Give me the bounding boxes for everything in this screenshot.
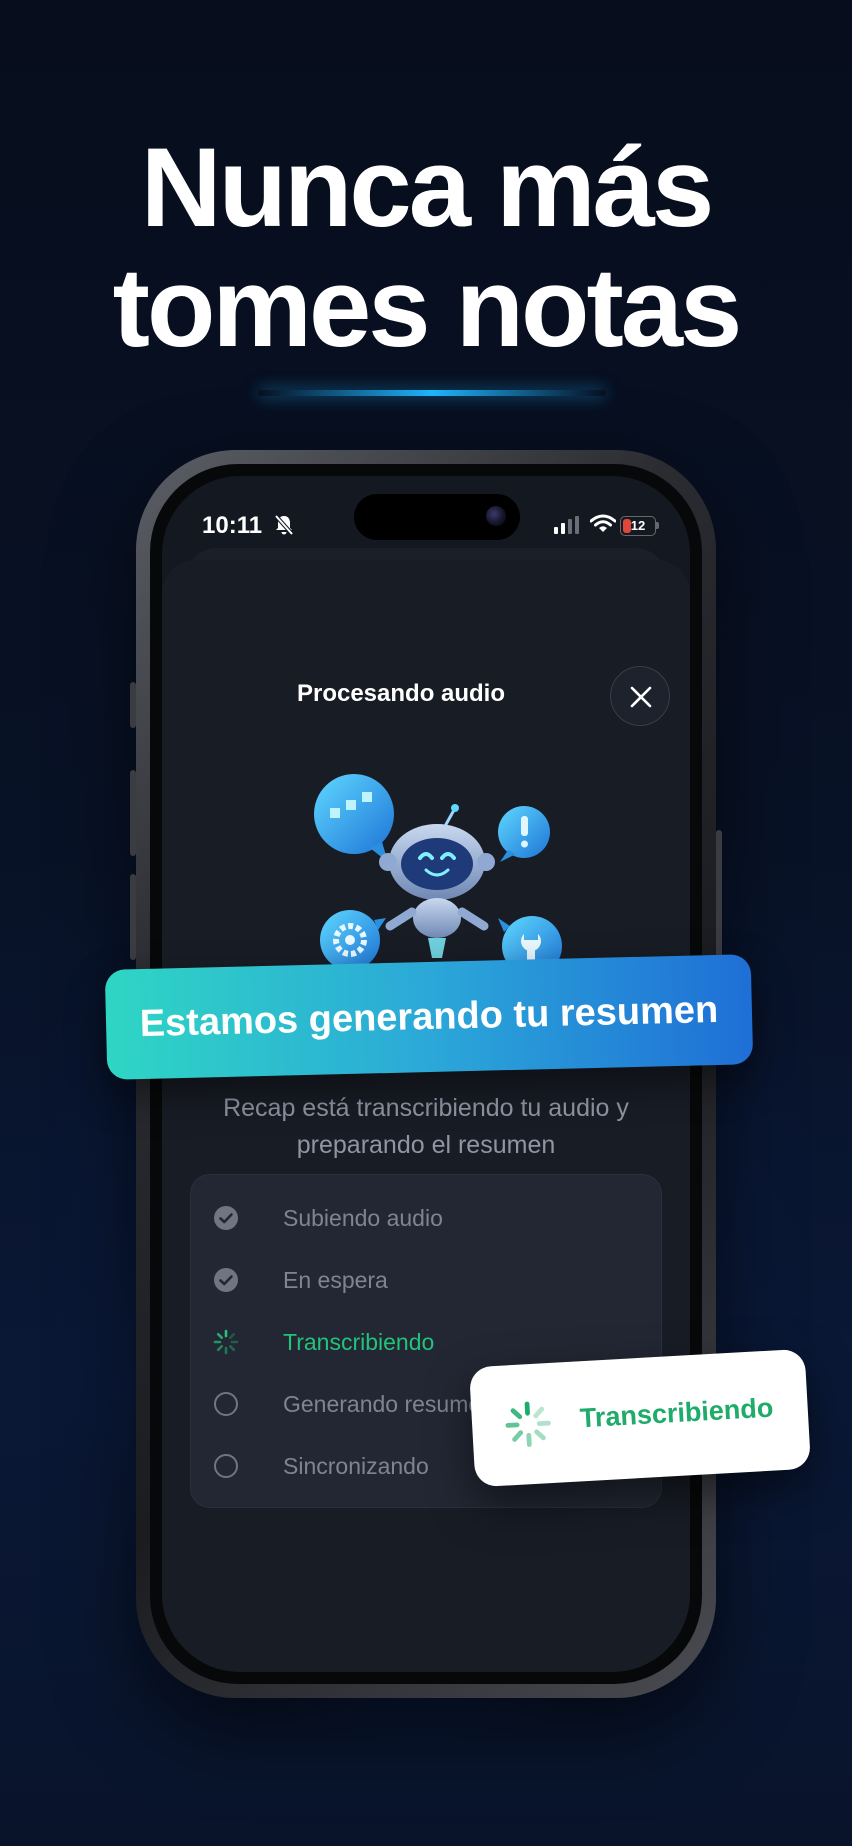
transcribing-card: Transcribiendo	[468, 1348, 812, 1488]
close-button[interactable]	[610, 666, 670, 726]
volume-up-button	[130, 770, 136, 856]
step-label: Generando resumen	[283, 1391, 494, 1417]
processing-sheet: Procesando audio Recap está transcribien…	[162, 560, 690, 1672]
step-uploading: Subiendo audio	[213, 1199, 653, 1239]
power-button	[716, 830, 722, 960]
headline-line-1: Nunca más	[140, 125, 715, 250]
volume-down-button	[130, 874, 136, 960]
signal-icon	[554, 516, 579, 534]
bell-muted-icon	[274, 514, 294, 536]
step-waiting: En espera	[213, 1261, 653, 1301]
empty-circle-icon	[214, 1392, 238, 1416]
banner-text: Estamos generando tu resumen	[139, 988, 719, 1046]
battery-level: 12	[630, 518, 646, 533]
check-circle-icon	[214, 1268, 238, 1292]
wifi-icon	[590, 514, 616, 532]
battery-indicator: 12	[620, 516, 656, 536]
transcribing-label: Transcribiendo	[579, 1392, 775, 1434]
check-circle-icon	[214, 1206, 238, 1230]
battery-tip	[656, 522, 659, 529]
spinner-icon	[213, 1329, 239, 1355]
side-button	[130, 682, 136, 728]
headline: Nunca más tomes notas	[0, 128, 852, 368]
dynamic-island	[354, 494, 520, 540]
step-label: Sincronizando	[283, 1453, 429, 1479]
spinner-icon	[505, 1401, 551, 1447]
status-time: 10:11	[202, 512, 263, 539]
status-description: Recap está transcribiendo tu audio y pre…	[223, 1094, 629, 1159]
accent-divider	[258, 390, 606, 396]
empty-circle-icon	[214, 1454, 238, 1478]
step-transcribing: Transcribiendo	[213, 1323, 653, 1363]
summary-banner: Estamos generando tu resumen	[104, 954, 754, 1080]
headline-line-2: tomes notas	[112, 245, 743, 370]
robot-illustration	[314, 774, 562, 976]
step-label: En espera	[283, 1267, 388, 1293]
camera-icon	[486, 506, 506, 526]
step-label: Transcribiendo	[283, 1329, 435, 1355]
step-label: Subiendo audio	[283, 1205, 443, 1231]
sheet-title: Procesando audio	[296, 680, 506, 707]
close-icon	[630, 686, 652, 708]
